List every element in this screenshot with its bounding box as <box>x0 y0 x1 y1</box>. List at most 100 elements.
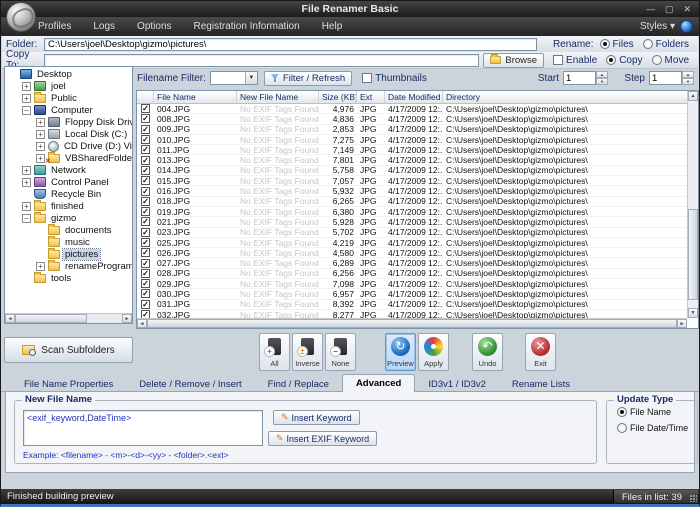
table-row-028-jpg[interactable]: ✓028.JPGNo EXIF Tags Found6,256JPG4/17/2… <box>137 269 687 279</box>
scroll-down-icon[interactable]: ▼ <box>688 308 698 318</box>
tab-delete-remove-insert[interactable]: Delete / Remove / Insert <box>126 376 254 392</box>
scroll-left-icon[interactable]: ◄ <box>5 314 15 323</box>
tree-item-tools[interactable]: tools <box>5 272 132 284</box>
scrollbar-thumb[interactable] <box>688 209 698 300</box>
tree-item-network[interactable]: +Network <box>5 164 132 176</box>
update-option-file-name[interactable]: File Name <box>617 407 697 417</box>
apply-button[interactable]: Apply <box>418 333 449 371</box>
table-row-032-jpg[interactable]: ✓032.JPGNo EXIF Tags Found8,277JPG4/17/2… <box>137 310 687 318</box>
tree-item-pictures[interactable]: pictures <box>5 248 132 260</box>
table-row-026-jpg[interactable]: ✓026.JPGNo EXIF Tags Found4,580JPG4/17/2… <box>137 248 687 258</box>
update-option-file-date-time[interactable]: File Date/Time <box>617 423 697 433</box>
table-row-013-jpg[interactable]: ✓013.JPGNo EXIF Tags Found7,801JPG4/17/2… <box>137 155 687 165</box>
tree-item-public[interactable]: +Public <box>5 92 132 104</box>
menu-item-logs[interactable]: Logs <box>82 17 126 36</box>
tree-item-renameprograms[interactable]: +renamePrograms <box>5 260 132 272</box>
menu-item-options[interactable]: Options <box>126 17 182 36</box>
menu-item-help[interactable]: Help <box>311 17 354 36</box>
tree-item-finished[interactable]: +finished <box>5 200 132 212</box>
spin-up-icon[interactable]: ▲ <box>682 71 694 78</box>
minimize-icon[interactable]: — <box>646 4 655 14</box>
row-checkbox[interactable]: ✓ <box>141 114 150 123</box>
grid-vertical-scrollbar[interactable]: ▲ ▼ <box>687 91 698 318</box>
column-header-date-modified[interactable]: Date Modified <box>385 91 443 104</box>
filter-refresh-button[interactable]: Filter / Refresh <box>264 71 352 86</box>
close-icon[interactable]: ✕ <box>683 4 691 14</box>
tab-id3v1-id3v2[interactable]: ID3v1 / ID3v2 <box>415 376 499 392</box>
help-icon[interactable] <box>680 20 693 33</box>
menu-item-registration-information[interactable]: Registration Information <box>183 17 311 36</box>
row-checkbox[interactable]: ✓ <box>141 125 150 134</box>
expander-icon[interactable]: + <box>36 142 45 151</box>
styles-menu[interactable]: Styles ▾ <box>640 17 675 36</box>
row-checkbox[interactable]: ✓ <box>141 197 150 206</box>
step-spinner[interactable]: ▲▼ <box>682 71 694 85</box>
column-header-size-kb[interactable]: Size (KB) <box>319 91 357 104</box>
exit-button[interactable]: ✕Exit <box>525 333 556 371</box>
start-input[interactable] <box>563 71 596 85</box>
table-row-030-jpg[interactable]: ✓030.JPGNo EXIF Tags Found6,957JPG4/17/2… <box>137 289 687 299</box>
table-row-016-jpg[interactable]: ✓016.JPGNo EXIF Tags Found5,932JPG4/17/2… <box>137 186 687 196</box>
move-radio[interactable] <box>652 55 662 65</box>
scan-subfolders-button[interactable]: Scan Subfolders <box>4 337 133 363</box>
row-checkbox[interactable]: ✓ <box>141 248 150 257</box>
row-checkbox[interactable]: ✓ <box>141 238 150 247</box>
tree-item-control-panel[interactable]: +Control Panel <box>5 176 132 188</box>
spin-down-icon[interactable]: ▼ <box>682 78 694 85</box>
new-file-name-pattern-input[interactable]: <exif_keyword,DateTime> <box>23 410 263 446</box>
scrollbar-thumb[interactable] <box>147 319 677 328</box>
tree-item-computer[interactable]: −Computer <box>5 104 132 116</box>
expander-icon[interactable]: + <box>22 94 31 103</box>
row-checkbox[interactable]: ✓ <box>141 166 150 175</box>
none-button[interactable]: None <box>325 333 356 371</box>
table-row-008-jpg[interactable]: ✓008.JPGNo EXIF Tags Found4,836JPG4/17/2… <box>137 114 687 124</box>
folder-input[interactable] <box>44 38 537 51</box>
scroll-right-icon[interactable]: ► <box>677 319 687 328</box>
row-checkbox[interactable]: ✓ <box>141 279 150 288</box>
tab-rename-lists[interactable]: Rename Lists <box>499 376 583 392</box>
column-header-ext[interactable]: Ext <box>357 91 385 104</box>
tree-item-joel[interactable]: +joel <box>5 80 132 92</box>
table-row-015-jpg[interactable]: ✓015.JPGNo EXIF Tags Found7,057JPG4/17/2… <box>137 176 687 186</box>
expander-icon[interactable]: + <box>22 202 31 211</box>
spin-down-icon[interactable]: ▼ <box>596 78 608 85</box>
step-input[interactable] <box>649 71 682 85</box>
thumbnails-checkbox[interactable] <box>362 73 372 83</box>
expander-icon[interactable]: + <box>36 130 45 139</box>
inverse-button[interactable]: Inverse <box>292 333 323 371</box>
tree-item-floppy-disk-drive-a[interactable]: +Floppy Disk Drive (A:) <box>5 116 132 128</box>
table-row-031-jpg[interactable]: ✓031.JPGNo EXIF Tags Found8,392JPG4/17/2… <box>137 300 687 310</box>
browse-button[interactable]: Browse <box>483 53 544 68</box>
table-row-027-jpg[interactable]: ✓027.JPGNo EXIF Tags Found6,289JPG4/17/2… <box>137 258 687 268</box>
row-checkbox[interactable]: ✓ <box>141 217 150 226</box>
table-row-025-jpg[interactable]: ✓025.JPGNo EXIF Tags Found4,219JPG4/17/2… <box>137 238 687 248</box>
chevron-down-icon[interactable]: ▼ <box>245 72 257 84</box>
row-checkbox[interactable]: ✓ <box>141 259 150 268</box>
table-row-010-jpg[interactable]: ✓010.JPGNo EXIF Tags Found7,275JPG4/17/2… <box>137 135 687 145</box>
row-checkbox[interactable]: ✓ <box>141 145 150 154</box>
table-row-019-jpg[interactable]: ✓019.JPGNo EXIF Tags Found6,380JPG4/17/2… <box>137 207 687 217</box>
table-row-014-jpg[interactable]: ✓014.JPGNo EXIF Tags Found5,758JPG4/17/2… <box>137 166 687 176</box>
expander-icon[interactable]: − <box>22 214 31 223</box>
row-checkbox[interactable]: ✓ <box>141 310 150 318</box>
row-checkbox[interactable]: ✓ <box>141 269 150 278</box>
row-checkbox[interactable]: ✓ <box>141 207 150 216</box>
folders-radio[interactable] <box>643 39 653 49</box>
row-checkbox[interactable]: ✓ <box>141 104 150 113</box>
tree-item-desktop[interactable]: Desktop <box>5 68 132 80</box>
all-button[interactable]: All <box>259 333 290 371</box>
expander-icon[interactable]: + <box>22 178 31 187</box>
column-header-new-file-name[interactable]: New File Name <box>237 91 319 104</box>
insert-exif-keyword-button[interactable]: ✎ Insert EXIF Keyword <box>268 431 377 446</box>
row-checkbox[interactable]: ✓ <box>141 300 150 309</box>
files-radio[interactable] <box>600 39 610 49</box>
row-checkbox[interactable]: ✓ <box>141 176 150 185</box>
scrollbar-thumb[interactable] <box>15 314 87 323</box>
filename-filter-select[interactable]: ▼ <box>210 71 258 85</box>
scroll-right-icon[interactable]: ► <box>122 314 132 323</box>
expander-icon[interactable]: + <box>22 166 31 175</box>
maximize-icon[interactable]: ▢ <box>665 4 674 14</box>
expander-icon[interactable]: + <box>36 118 45 127</box>
table-row-009-jpg[interactable]: ✓009.JPGNo EXIF Tags Found2,853JPG4/17/2… <box>137 125 687 135</box>
table-row-004-jpg[interactable]: ✓004.JPGNo EXIF Tags Found4,976JPG4/17/2… <box>137 104 687 114</box>
